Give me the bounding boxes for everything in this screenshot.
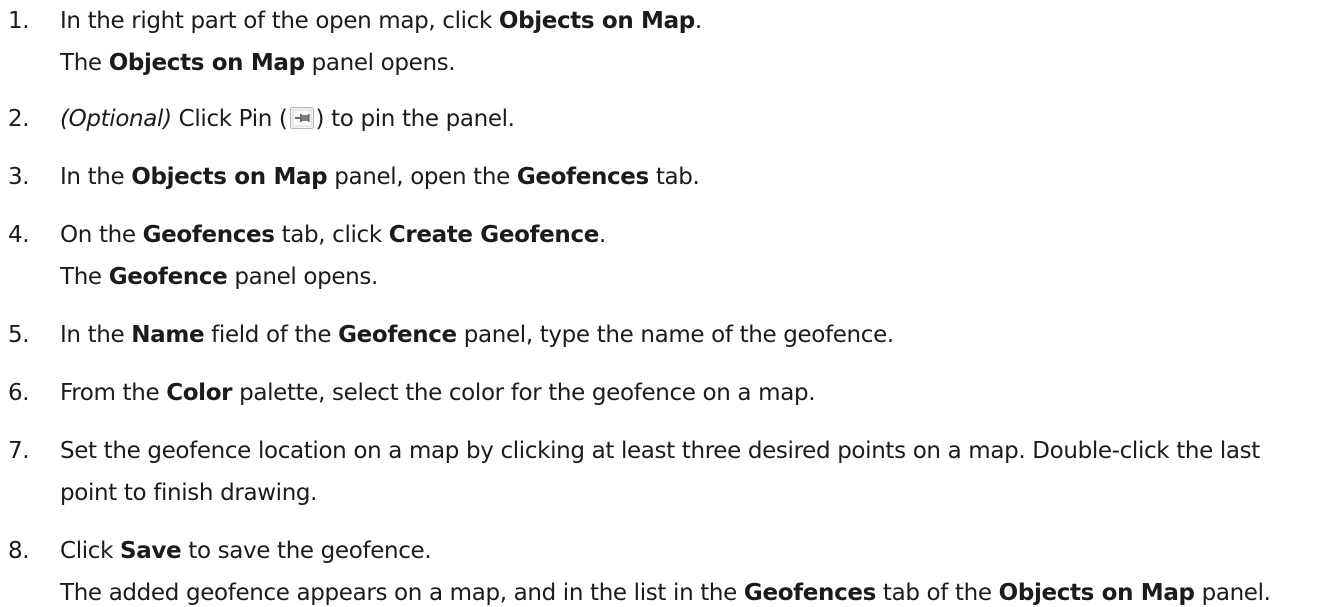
ui-term: Geofence — [108, 264, 228, 290]
step-8: 8. Click Save to save the geofence. The a… — [0, 530, 1330, 607]
text-run: On the — [60, 222, 143, 248]
step-line: (Optional) Click Pin ( ) to pin the panel… — [60, 98, 1330, 140]
step-number: 2. — [8, 106, 30, 132]
step-number: 3. — [8, 164, 30, 190]
step-text: Click Save to save the geofence. The adde… — [60, 530, 1330, 607]
ui-term: Objects on Map — [498, 8, 695, 34]
pin-icon — [289, 101, 314, 129]
text-run: ) to pin the panel. — [315, 106, 515, 132]
step-line: Click Save to save the geofence. — [60, 530, 1330, 572]
step-line: On the Geofences tab, click Create Geofe… — [60, 214, 1330, 256]
step-number: 4. — [8, 222, 30, 248]
text-run: tab. — [648, 164, 700, 190]
text-run: The added geofence appears on a map, and… — [60, 580, 744, 606]
ui-term: Objects on Map — [131, 164, 328, 190]
step-number: 1. — [8, 8, 30, 34]
step-line: point to finish drawing. — [60, 472, 1330, 514]
text-run: . — [694, 8, 702, 34]
procedure-steps: 1. In the right part of the open map, cl… — [0, 0, 1330, 607]
text-run: panel, open the — [327, 164, 517, 190]
step-line: From the Color palette, select the color… — [60, 372, 1330, 414]
text-run: point to finish drawing. — [60, 480, 318, 506]
step-3: 3. In the Objects on Map panel, open the… — [0, 156, 1330, 198]
text-run: tab of the — [875, 580, 999, 606]
text-run: The — [60, 50, 109, 76]
text-run: Set the geofence location on a map by cl… — [60, 438, 1260, 464]
step-text: On the Geofences tab, click Create Geofe… — [60, 214, 1330, 298]
ui-term: Geofence — [338, 322, 457, 348]
text-run: tab, click — [274, 222, 389, 248]
text-run: In the right part of the open map, click — [60, 8, 499, 34]
text-run: to save the geofence. — [181, 538, 432, 564]
step-line: The Geofence panel opens. — [60, 256, 1330, 298]
ui-term: Create Geofence — [388, 222, 600, 248]
step-number: 8. — [8, 538, 30, 564]
ui-term: Objects on Map — [998, 580, 1195, 606]
step-text: In the right part of the open map, click… — [60, 0, 1330, 84]
text-run: palette, select the color for the geofen… — [232, 380, 816, 406]
text-run: . — [598, 222, 606, 248]
ui-term: Color — [166, 380, 233, 406]
step-6: 6. From the Color palette, select the co… — [0, 372, 1330, 414]
step-line: The added geofence appears on a map, and… — [60, 572, 1330, 607]
text-run: The — [60, 264, 109, 290]
step-number: 6. — [8, 380, 30, 406]
step-line: In the Name field of the Geofence panel,… — [60, 314, 1330, 356]
text-run: Click — [60, 538, 121, 564]
step-2: 2. (Optional) Click Pin ( ) to pin the pa… — [0, 98, 1330, 140]
step-text: In the Objects on Map panel, open the Ge… — [60, 156, 1330, 198]
step-number: 5. — [8, 322, 30, 348]
step-line: In the Objects on Map panel, open the Ge… — [60, 156, 1330, 198]
text-run: Click Pin ( — [171, 106, 288, 132]
step-number: 7. — [8, 438, 30, 464]
step-text: From the Color palette, select the color… — [60, 372, 1330, 414]
ui-term: Name — [131, 322, 205, 348]
text-run: panel opens. — [304, 50, 456, 76]
ui-term: Geofences — [516, 164, 649, 190]
text-run: From the — [60, 380, 167, 406]
emphasis-text: (Optional) — [60, 106, 172, 132]
text-run: panel, type the name of the geofence. — [456, 322, 894, 348]
text-run: panel opens. — [227, 264, 378, 290]
ui-term: Geofences — [743, 580, 876, 606]
step-7: 7. Set the geofence location on a map by… — [0, 430, 1330, 514]
step-1: 1. In the right part of the open map, cl… — [0, 0, 1330, 84]
step-line: In the right part of the open map, click… — [60, 0, 1330, 42]
step-text: Set the geofence location on a map by cl… — [60, 430, 1330, 514]
ui-term: Geofences — [142, 222, 275, 248]
ui-term: Objects on Map — [108, 50, 305, 76]
step-5: 5. In the Name field of the Geofence pan… — [0, 314, 1330, 356]
step-line: The Objects on Map panel opens. — [60, 42, 1330, 84]
step-text: In the Name field of the Geofence panel,… — [60, 314, 1330, 356]
text-run: panel. — [1194, 580, 1271, 606]
step-line: Set the geofence location on a map by cl… — [60, 430, 1330, 472]
step-4: 4. On the Geofences tab, click Create Ge… — [0, 214, 1330, 298]
text-run: In the — [60, 164, 132, 190]
text-run: In the — [60, 322, 132, 348]
text-run: field of the — [204, 322, 339, 348]
step-text: (Optional) Click Pin ( ) to pin the panel… — [60, 98, 1330, 140]
ui-term: Save — [120, 538, 182, 564]
